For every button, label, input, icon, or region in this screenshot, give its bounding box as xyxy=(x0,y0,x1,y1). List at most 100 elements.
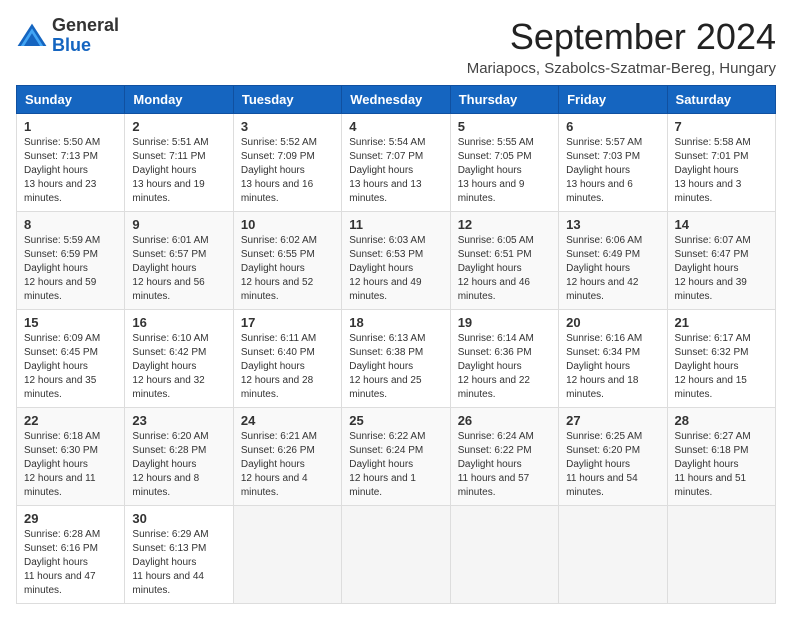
day-of-week-header: Thursday xyxy=(450,86,558,114)
calendar-week-row: 1Sunrise: 5:50 AMSunset: 7:13 PMDaylight… xyxy=(17,114,776,212)
day-info: Sunrise: 6:25 AMSunset: 6:20 PMDaylight … xyxy=(566,430,659,500)
day-number: 1 xyxy=(24,119,117,134)
calendar-day-cell: 20Sunrise: 6:16 AMSunset: 6:34 PMDayligh… xyxy=(559,310,667,408)
day-of-week-header: Friday xyxy=(559,86,667,114)
day-of-week-header: Wednesday xyxy=(342,86,450,114)
day-number: 14 xyxy=(675,217,768,232)
calendar-table: SundayMondayTuesdayWednesdayThursdayFrid… xyxy=(16,85,776,604)
day-info: Sunrise: 6:02 AMSunset: 6:55 PMDaylight … xyxy=(241,234,334,304)
calendar-day-cell: 12 Sunrise: 6:05 AMSunset: 6:51 PMDayligh… xyxy=(450,212,558,310)
day-info: Sunrise: 6:22 AMSunset: 6:24 PMDaylight … xyxy=(349,430,442,500)
day-info: Sunrise: 6:09 AMSunset: 6:45 PMDaylight … xyxy=(24,332,117,402)
day-info: Sunrise: 5:58 AMSunset: 7:01 PMDaylight … xyxy=(675,136,768,206)
day-number: 18 xyxy=(349,315,442,330)
calendar-body: 1Sunrise: 5:50 AMSunset: 7:13 PMDaylight… xyxy=(17,114,776,604)
day-info: Sunrise: 6:21 AMSunset: 6:26 PMDaylight … xyxy=(241,430,334,500)
day-info: Sunrise: 5:55 AMSunset: 7:05 PMDaylight … xyxy=(458,136,551,206)
day-number: 26 xyxy=(458,413,551,428)
day-number: 19 xyxy=(458,315,551,330)
day-info: Sunrise: 5:52 AMSunset: 7:09 PMDaylight … xyxy=(241,136,334,206)
calendar-day-cell xyxy=(233,506,341,604)
logo-icon xyxy=(16,22,48,50)
day-number: 28 xyxy=(675,413,768,428)
day-info: Sunrise: 5:54 AMSunset: 7:07 PMDaylight … xyxy=(349,136,442,206)
day-number: 20 xyxy=(566,315,659,330)
logo: General Blue xyxy=(16,16,119,56)
day-info: Sunrise: 5:51 AMSunset: 7:11 PMDaylight … xyxy=(132,136,225,206)
calendar-day-cell: 6Sunrise: 5:57 AMSunset: 7:03 PMDaylight… xyxy=(559,114,667,212)
day-info: Sunrise: 5:59 AMSunset: 6:59 PMDaylight … xyxy=(24,234,117,304)
day-number: 21 xyxy=(675,315,768,330)
day-number: 15 xyxy=(24,315,117,330)
day-info: Sunrise: 6:28 AMSunset: 6:16 PMDaylight … xyxy=(24,528,117,598)
day-number: 12 xyxy=(458,217,551,232)
day-info: Sunrise: 6:29 AMSunset: 6:13 PMDaylight … xyxy=(132,528,225,598)
day-number: 25 xyxy=(349,413,442,428)
day-info: Sunrise: 6:07 AMSunset: 6:47 PMDaylight … xyxy=(675,234,768,304)
title-section: September 2024 Mariapocs, Szabolcs-Szatm… xyxy=(467,16,776,77)
day-info: Sunrise: 6:18 AMSunset: 6:30 PMDaylight … xyxy=(24,430,117,500)
day-number: 24 xyxy=(241,413,334,428)
calendar-week-row: 15 Sunrise: 6:09 AMSunset: 6:45 PMDayligh… xyxy=(17,310,776,408)
day-info: Sunrise: 6:27 AMSunset: 6:18 PMDaylight … xyxy=(675,430,768,500)
calendar-day-cell: 16 Sunrise: 6:10 AMSunset: 6:42 PMDayligh… xyxy=(125,310,233,408)
day-info: Sunrise: 6:13 AMSunset: 6:38 PMDaylight … xyxy=(349,332,442,402)
day-number: 4 xyxy=(349,119,442,134)
calendar-day-cell: 7 Sunrise: 5:58 AMSunset: 7:01 PMDaylight… xyxy=(667,114,775,212)
day-number: 30 xyxy=(132,511,225,526)
calendar-day-cell: 22 Sunrise: 6:18 AMSunset: 6:30 PMDayligh… xyxy=(17,408,125,506)
day-number: 23 xyxy=(132,413,225,428)
calendar-header-row: SundayMondayTuesdayWednesdayThursdayFrid… xyxy=(17,86,776,114)
calendar-day-cell: 3 Sunrise: 5:52 AMSunset: 7:09 PMDaylight… xyxy=(233,114,341,212)
calendar-day-cell: 11Sunrise: 6:03 AMSunset: 6:53 PMDayligh… xyxy=(342,212,450,310)
calendar-day-cell: 30 Sunrise: 6:29 AMSunset: 6:13 PMDayligh… xyxy=(125,506,233,604)
day-info: Sunrise: 6:05 AMSunset: 6:51 PMDaylight … xyxy=(458,234,551,304)
day-number: 7 xyxy=(675,119,768,134)
day-number: 22 xyxy=(24,413,117,428)
calendar-day-cell xyxy=(559,506,667,604)
calendar-day-cell: 9 Sunrise: 6:01 AMSunset: 6:57 PMDaylight… xyxy=(125,212,233,310)
day-number: 2 xyxy=(132,119,225,134)
day-info: Sunrise: 6:01 AMSunset: 6:57 PMDaylight … xyxy=(132,234,225,304)
day-info: Sunrise: 6:06 AMSunset: 6:49 PMDaylight … xyxy=(566,234,659,304)
day-number: 10 xyxy=(241,217,334,232)
day-number: 5 xyxy=(458,119,551,134)
day-info: Sunrise: 6:10 AMSunset: 6:42 PMDaylight … xyxy=(132,332,225,402)
calendar-day-cell: 8 Sunrise: 5:59 AMSunset: 6:59 PMDaylight… xyxy=(17,212,125,310)
day-of-week-header: Monday xyxy=(125,86,233,114)
day-number: 8 xyxy=(24,217,117,232)
calendar-day-cell: 1Sunrise: 5:50 AMSunset: 7:13 PMDaylight… xyxy=(17,114,125,212)
day-info: Sunrise: 5:57 AMSunset: 7:03 PMDaylight … xyxy=(566,136,659,206)
calendar-day-cell: 14 Sunrise: 6:07 AMSunset: 6:47 PMDayligh… xyxy=(667,212,775,310)
day-info: Sunrise: 6:14 AMSunset: 6:36 PMDaylight … xyxy=(458,332,551,402)
calendar-day-cell xyxy=(450,506,558,604)
day-number: 16 xyxy=(132,315,225,330)
calendar-day-cell: 25 Sunrise: 6:22 AMSunset: 6:24 PMDayligh… xyxy=(342,408,450,506)
calendar-week-row: 22 Sunrise: 6:18 AMSunset: 6:30 PMDayligh… xyxy=(17,408,776,506)
location-title: Mariapocs, Szabolcs-Szatmar-Bereg, Hunga… xyxy=(467,60,776,77)
day-of-week-header: Saturday xyxy=(667,86,775,114)
calendar-day-cell: 23 Sunrise: 6:20 AMSunset: 6:28 PMDayligh… xyxy=(125,408,233,506)
day-info: Sunrise: 6:24 AMSunset: 6:22 PMDaylight … xyxy=(458,430,551,500)
calendar-day-cell: 27 Sunrise: 6:25 AMSunset: 6:20 PMDayligh… xyxy=(559,408,667,506)
calendar-week-row: 29Sunrise: 6:28 AMSunset: 6:16 PMDayligh… xyxy=(17,506,776,604)
day-number: 3 xyxy=(241,119,334,134)
calendar-day-cell xyxy=(667,506,775,604)
calendar-day-cell xyxy=(342,506,450,604)
day-number: 27 xyxy=(566,413,659,428)
calendar-day-cell: 24 Sunrise: 6:21 AMSunset: 6:26 PMDayligh… xyxy=(233,408,341,506)
day-info: Sunrise: 6:11 AMSunset: 6:40 PMDaylight … xyxy=(241,332,334,402)
calendar-day-cell: 5 Sunrise: 5:55 AMSunset: 7:05 PMDaylight… xyxy=(450,114,558,212)
day-number: 9 xyxy=(132,217,225,232)
calendar-day-cell: 13 Sunrise: 6:06 AMSunset: 6:49 PMDayligh… xyxy=(559,212,667,310)
month-title: September 2024 xyxy=(467,16,776,58)
calendar-day-cell: 26 Sunrise: 6:24 AMSunset: 6:22 PMDayligh… xyxy=(450,408,558,506)
calendar-day-cell: 29Sunrise: 6:28 AMSunset: 6:16 PMDayligh… xyxy=(17,506,125,604)
page-header: General Blue September 2024 Mariapocs, S… xyxy=(16,16,776,77)
day-info: Sunrise: 6:20 AMSunset: 6:28 PMDaylight … xyxy=(132,430,225,500)
day-number: 11 xyxy=(349,217,442,232)
day-number: 13 xyxy=(566,217,659,232)
calendar-day-cell: 10 Sunrise: 6:02 AMSunset: 6:55 PMDayligh… xyxy=(233,212,341,310)
calendar-day-cell: 18 Sunrise: 6:13 AMSunset: 6:38 PMDayligh… xyxy=(342,310,450,408)
calendar-day-cell: 28 Sunrise: 6:27 AMSunset: 6:18 PMDayligh… xyxy=(667,408,775,506)
